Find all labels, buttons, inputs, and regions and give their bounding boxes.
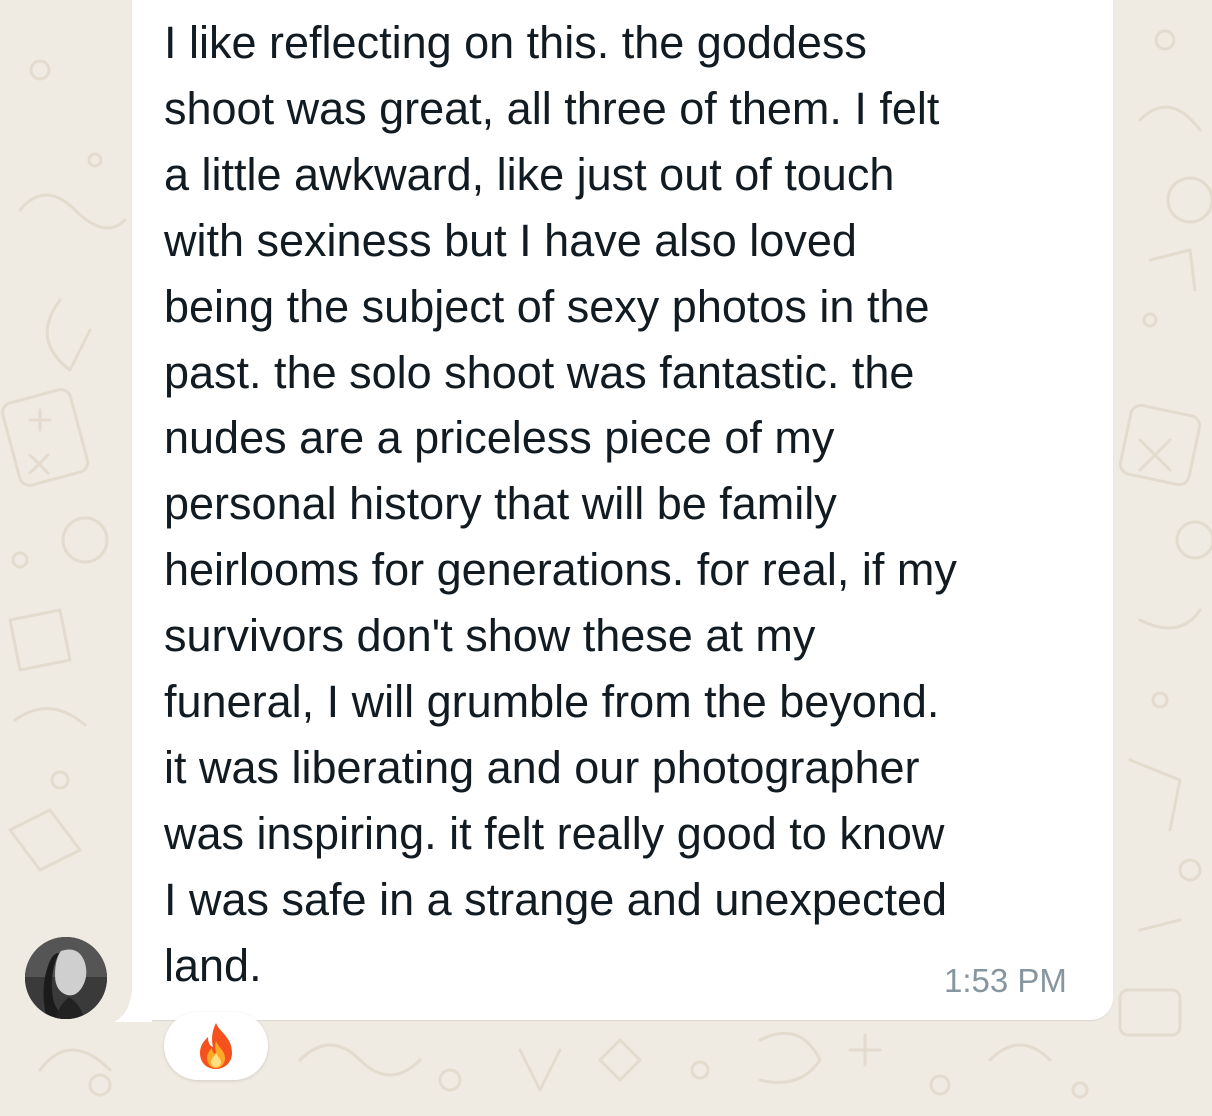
reaction-badge[interactable] <box>164 1012 268 1080</box>
bubble-tail <box>114 990 152 1022</box>
fire-icon <box>200 1023 232 1069</box>
profile-photo-icon <box>25 937 107 1019</box>
message-text: I like reflecting on this. the goddess s… <box>164 17 957 991</box>
message-timestamp: 1:53 PM <box>944 962 1067 999</box>
sender-avatar[interactable] <box>25 937 107 1019</box>
